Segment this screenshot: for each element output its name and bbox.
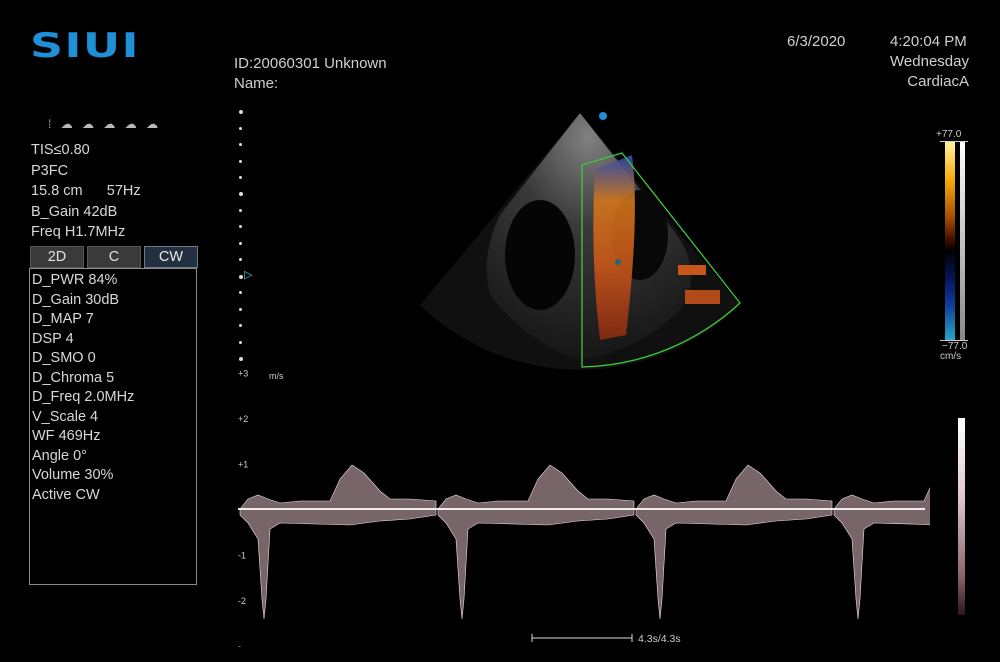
preset-name: CardiacA: [907, 73, 969, 90]
cloud-icon: ☁: [82, 117, 98, 131]
spectral-cycle: [833, 487, 930, 620]
param-d-smo[interactable]: D_SMO 0: [32, 349, 134, 369]
tab-2d[interactable]: 2D: [30, 246, 84, 268]
doppler-spectrum: +3 +2 +1 -1 -2 - m/s 4.3s/4.3s: [238, 369, 930, 648]
probe-icon: ⁞: [48, 117, 55, 131]
velocity-tick-label: +3: [238, 369, 248, 379]
param-volume[interactable]: Volume 30%: [32, 466, 134, 486]
velocity-tick-label: -: [238, 642, 241, 648]
weekday: Wednesday: [890, 53, 969, 70]
color-velocity-bar: [945, 142, 955, 340]
color-scale-tick: [940, 141, 968, 142]
cloud-icon: ☁: [124, 117, 140, 131]
cw-focus-point[interactable]: [615, 259, 621, 265]
spectral-cycle: [239, 464, 437, 620]
tab-cw[interactable]: CW: [144, 246, 198, 268]
sector-image: [420, 112, 741, 370]
param-tis: TIS≤0.80: [31, 142, 90, 158]
param-active-mode[interactable]: Active CW: [32, 486, 134, 506]
patient-id: ID:20060301 Unknown: [234, 55, 387, 72]
tab-c[interactable]: C: [87, 246, 141, 268]
param-probe: P3FC: [31, 162, 69, 179]
color-scale-unit: cm/s: [940, 351, 962, 362]
status-icon-row: ⁞ ☁ ☁ ☁ ☁ ☁: [48, 117, 161, 131]
siui-logo: SIUI: [30, 26, 140, 66]
param-d-pwr[interactable]: D_PWR 84%: [32, 271, 134, 291]
image-params: TIS≤0.80 P3FC 15.8 cm 57Hz B_Gain 42dB F…: [31, 140, 141, 243]
spectral-cycle: [437, 464, 635, 620]
color-flow-patch: [678, 265, 706, 275]
spectral-cycle: [635, 464, 833, 620]
param-dsp[interactable]: DSP 4: [32, 330, 134, 350]
color-scale-top: +77.0: [936, 129, 962, 140]
param-frequency: Freq H1.7MHz: [31, 224, 126, 240]
param-v-scale[interactable]: V_Scale 4: [32, 408, 134, 428]
cloud-icon: ☁: [60, 117, 76, 131]
param-d-map[interactable]: D_MAP 7: [32, 310, 134, 330]
doppler-param-panel: D_PWR 84% D_Gain 30dB D_MAP 7 DSP 4 D_SM…: [29, 268, 197, 585]
param-b-gain: B_Gain 42dB: [31, 203, 118, 220]
left-ventricle-cavity: [505, 200, 575, 310]
spectrum-unit: m/s: [269, 371, 284, 381]
exam-time: 4:20:04 PM: [890, 33, 967, 50]
color-variance-bar: [960, 142, 965, 340]
spectral-waveform: [239, 464, 930, 620]
velocity-tick-label: +1: [238, 460, 248, 470]
velocity-tick-label: -2: [238, 596, 246, 606]
cloud-icon: ☁: [146, 117, 162, 131]
focus-marker-icon[interactable]: ▷: [244, 268, 252, 281]
param-d-freq[interactable]: D_Freq 2.0MHz: [32, 388, 134, 408]
param-angle[interactable]: Angle 0°: [32, 447, 134, 467]
param-depth-framerate: 15.8 cm 57Hz: [31, 183, 141, 199]
orientation-marker-icon: [599, 112, 607, 120]
color-flow-patch: [685, 290, 720, 304]
param-d-chroma[interactable]: D_Chroma 5: [32, 369, 134, 389]
gray-scale-bar: [958, 418, 965, 615]
sweep-time-label: 4.3s/4.3s: [638, 633, 681, 645]
patient-name-label: Name:: [234, 75, 279, 92]
exam-date: 6/3/2020: [787, 33, 846, 50]
cloud-icon: ☁: [103, 117, 119, 131]
velocity-tick-label: +2: [238, 414, 248, 424]
mode-tabs: 2D C CW: [30, 246, 198, 268]
param-d-gain[interactable]: D_Gain 30dB: [32, 291, 134, 311]
velocity-tick-label: -1: [238, 551, 246, 561]
param-wf[interactable]: WF 469Hz: [32, 427, 134, 447]
